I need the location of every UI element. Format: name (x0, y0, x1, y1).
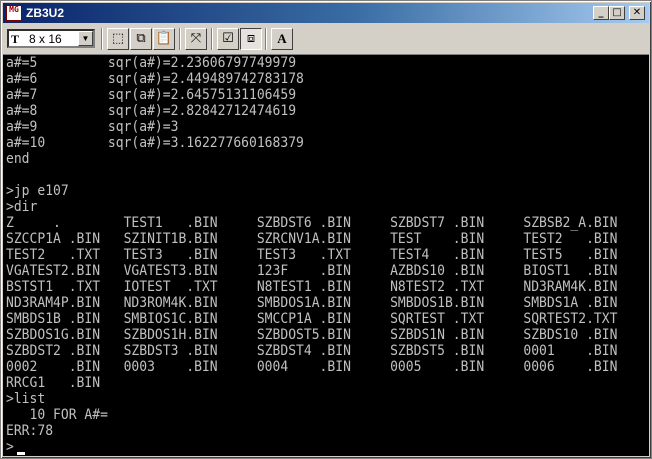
font-size-select[interactable]: T 8 x 16 ▼ (7, 29, 95, 48)
fullscreen-icon: ⤧ (190, 31, 202, 46)
console-line: SMBDS1B .BIN SMBIOS1C.BIN SMCCP1A .BIN S… (6, 311, 618, 327)
toolbar-separator (179, 28, 181, 50)
console-line: 0002 .BIN 0003 .BIN 0004 .BIN 0005 .BIN … (6, 359, 618, 375)
background-button[interactable]: ⧈ (240, 28, 262, 50)
maximize-button[interactable]: □ (609, 6, 625, 20)
console-line: a#=8 sqr(a#)=2.82842712474619 (6, 103, 297, 119)
console-line: SZCCP1A .BIN SZINIT1B.BIN SZRCNV1A.BIN T… (6, 231, 618, 247)
console-output[interactable]: a#=5 sqr(a#)=2.23606797749979 a#=6 sqr(a… (3, 55, 649, 456)
console-line: >dir (6, 199, 38, 215)
app-icon[interactable]: MG (6, 5, 22, 21)
paste-icon: 📋 (155, 31, 173, 46)
console-line: a#=10 sqr(a#)=3.162277660168379 (6, 135, 304, 151)
minimize-button[interactable]: _ (593, 6, 609, 20)
console-line: >list (6, 391, 46, 407)
font-size-value: 8 x 16 (29, 32, 62, 46)
properties-button[interactable]: ☑ (217, 28, 239, 50)
console-line: VGATEST2.BIN VGATEST3.BIN 123F .BIN AZBD… (6, 263, 618, 279)
background-icon: ⧈ (246, 31, 256, 46)
title-bar[interactable]: MG ZB3U2 _ □ ✕ (3, 3, 649, 23)
text-cursor (17, 452, 25, 455)
toolbar-separator (265, 28, 267, 50)
console-line: Z . TEST1 .BIN SZBDST6 .BIN SZBDST7 .BIN… (6, 215, 618, 231)
font-button[interactable]: A (271, 28, 293, 50)
console-line: end (6, 151, 30, 167)
window-title: ZB3U2 (26, 6, 65, 20)
mark-button[interactable]: ⬚ (107, 28, 129, 50)
copy-button[interactable]: ⧉ (130, 28, 152, 50)
toolbar-separator (101, 28, 103, 50)
paste-button[interactable]: 📋 (153, 28, 175, 50)
console-line: a#=9 sqr(a#)=3 (6, 119, 179, 135)
console-line: 10 FOR A#= (6, 407, 108, 423)
console-line: BSTST1 .TXT IOTEST .TXT N8TEST1 .BIN N8T… (6, 279, 618, 295)
fullscreen-button[interactable]: ⤧ (185, 28, 207, 50)
console-line: > (6, 439, 14, 455)
console-line: SZBDOS1G.BIN SZBDOS1H.BIN SZBDOST5.BIN S… (6, 327, 618, 343)
close-button[interactable]: ✕ (629, 6, 645, 20)
chevron-down-icon[interactable]: ▼ (78, 31, 93, 46)
console-line: >jp e107 (6, 183, 69, 199)
mark-icon: ⬚ (111, 31, 125, 46)
toolbar: T 8 x 16 ▼ ⬚ ⧉ 📋 ⤧ ☑ ⧈ A (3, 24, 649, 55)
console-line: ND3RAM4P.BIN ND3ROM4K.BIN SMBDOS1A.BIN S… (6, 295, 618, 311)
toolbar-separator (211, 28, 213, 50)
console-line: TEST2 .TXT TEST3 .BIN TEST3 .TXT TEST4 .… (6, 247, 618, 263)
console-line: a#=6 sqr(a#)=2.449489742783178 (6, 71, 304, 87)
font-type-icon: T (11, 32, 20, 46)
console-line: a#=7 sqr(a#)=2.64575131106459 (6, 87, 297, 103)
font-icon: A (277, 31, 287, 46)
copy-icon: ⧉ (136, 31, 146, 46)
console-window: MG ZB3U2 _ □ ✕ T 8 x 16 ▼ ⬚ ⧉ 📋 ⤧ ☑ ⧈ A … (0, 0, 652, 459)
properties-icon: ☑ (222, 31, 234, 46)
console-line: SZBDST2 .BIN SZBDST3 .BIN SZBDST4 .BIN S… (6, 343, 618, 359)
console-line: a#=5 sqr(a#)=2.23606797749979 (6, 55, 297, 71)
console-line: RRCG1 .BIN (6, 375, 101, 391)
console-line: ERR:78 (6, 423, 54, 439)
